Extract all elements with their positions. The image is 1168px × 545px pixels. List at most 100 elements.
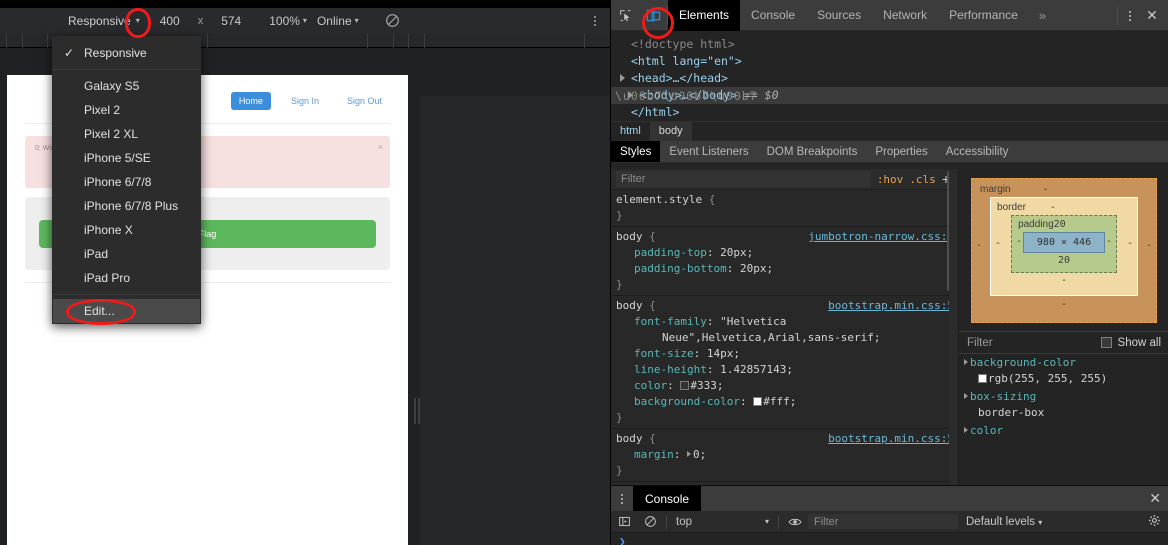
padding-left-value[interactable]: - [1016, 236, 1022, 247]
dom-line-body[interactable]: \u00b7\u00b7\u00b7 <body>…</body> == $0 [611, 87, 1168, 104]
css-selector[interactable]: body [616, 299, 643, 312]
menu-item-ipad[interactable]: iPad [53, 242, 200, 266]
menu-item-iphone-6-7-8-plus[interactable]: iPhone 6/7/8 Plus [53, 194, 200, 218]
css-property[interactable]: padding-bottom [616, 262, 727, 275]
margin-bottom-value[interactable]: - [1061, 299, 1067, 310]
css-selector[interactable]: element.style [616, 193, 702, 206]
computed-prop-color[interactable]: color [959, 422, 1168, 440]
css-property[interactable]: padding-top [616, 246, 707, 259]
tab-styles[interactable]: Styles [611, 141, 661, 162]
css-property[interactable]: background-color [616, 395, 740, 408]
margin-top-value[interactable]: - [1043, 184, 1049, 195]
device-toolbar-more-icon[interactable] [594, 15, 596, 26]
css-selector[interactable]: body [616, 432, 643, 445]
device-selector-label[interactable]: Responsive [68, 14, 133, 28]
color-swatch[interactable] [753, 397, 763, 406]
dom-line-html-close[interactable]: </html> [611, 104, 1168, 121]
css-source-link[interactable]: bootstrap.min.css:5 [828, 298, 954, 314]
border-top-value[interactable]: - [1050, 202, 1056, 213]
menu-item-pixel-2-xl[interactable]: Pixel 2 XL [53, 122, 200, 146]
tab-properties[interactable]: Properties [866, 141, 936, 162]
dom-line-head[interactable]: <head>…</head> [611, 70, 1168, 87]
nav-link-home[interactable]: Home [230, 92, 271, 110]
no-throttling-icon[interactable] [385, 13, 400, 28]
breadcrumb-html[interactable]: html [611, 122, 650, 141]
tab-performance[interactable]: Performance [938, 0, 1029, 31]
border-left-value[interactable]: - [995, 238, 1001, 249]
tab-dom-breakpoints[interactable]: DOM Breakpoints [758, 141, 867, 162]
menu-item-iphone-5-se[interactable]: iPhone 5/SE [53, 146, 200, 170]
css-property[interactable]: line-height [616, 363, 707, 376]
tab-sources[interactable]: Sources [806, 0, 872, 31]
drawer-menu-icon[interactable] [611, 493, 633, 504]
padding-top-value[interactable]: 20 [1054, 219, 1066, 230]
expand-arrow-icon[interactable] [964, 427, 968, 433]
inspect-element-icon[interactable] [611, 0, 639, 31]
more-tabs-icon[interactable]: » [1029, 8, 1056, 23]
tab-network[interactable]: Network [872, 0, 938, 31]
network-throttling-selector[interactable]: Online [317, 14, 352, 28]
css-property[interactable]: font-family [616, 315, 707, 328]
css-value[interactable]: 1.42857143 [720, 363, 786, 376]
breadcrumb-body[interactable]: body [649, 121, 692, 141]
expand-arrow-icon[interactable] [964, 359, 968, 365]
viewport-width-input[interactable]: 400 [150, 14, 190, 28]
css-value[interactable]: 14px [707, 347, 734, 360]
live-expression-icon[interactable] [782, 511, 808, 533]
tab-event-listeners[interactable]: Event Listeners [660, 141, 757, 162]
margin-left-value[interactable]: - [976, 240, 982, 251]
toggle-device-toolbar-icon[interactable] [639, 0, 667, 31]
viewport-resize-handle[interactable] [414, 397, 420, 425]
hov-toggle[interactable]: :hov [871, 173, 910, 186]
css-value[interactable]: 20px [720, 246, 747, 259]
border-bottom-value[interactable]: - [1061, 275, 1067, 286]
close-devtools-icon[interactable]: ✕ [1142, 7, 1162, 24]
box-model-margin[interactable]: margin - - border - - padding 20 - 980 ×… [971, 178, 1157, 323]
tab-elements[interactable]: Elements [668, 0, 741, 31]
zoom-caret-icon[interactable]: ▾ [303, 16, 307, 25]
console-prompt[interactable]: ❯ [611, 533, 1168, 545]
css-property[interactable]: color [616, 379, 667, 392]
dom-line-doctype[interactable]: <!doctype html> [611, 36, 1168, 53]
color-swatch[interactable] [680, 381, 690, 390]
computed-prop-background-color[interactable]: background-color rgb(255, 255, 255) [959, 354, 1168, 388]
menu-item-ipad-pro[interactable]: iPad Pro [53, 266, 200, 290]
expand-arrow-icon[interactable] [964, 393, 968, 399]
menu-item-edit[interactable]: Edit... [53, 299, 200, 323]
device-selector-menu[interactable]: Responsive Galaxy S5 Pixel 2 Pixel 2 XL … [52, 36, 201, 324]
console-filter-input[interactable]: Filter [808, 514, 958, 529]
checkbox-icon[interactable] [1100, 337, 1112, 348]
clear-console-icon[interactable] [637, 511, 663, 533]
drawer-tab-console[interactable]: Console [633, 486, 702, 511]
styles-filter-input[interactable]: Filter [616, 171, 871, 187]
menu-item-iphone-6-7-8[interactable]: iPhone 6/7/8 [53, 170, 200, 194]
border-right-value[interactable]: - [1127, 238, 1133, 249]
css-property[interactable]: font-size [616, 347, 694, 360]
expand-shorthand-icon[interactable] [687, 451, 691, 457]
css-source-link[interactable]: jumbotron-narrow.css:2 [808, 229, 954, 245]
expand-arrow-icon[interactable] [620, 74, 625, 82]
console-levels-selector[interactable]: Default levels ▾ [966, 516, 1042, 528]
zoom-selector[interactable]: 100% [269, 14, 300, 28]
nav-link-sign-out[interactable]: Sign Out [339, 92, 390, 110]
css-value[interactable]: 20px [740, 262, 767, 275]
css-value[interactable]: #333 [690, 379, 717, 392]
css-value[interactable]: #fff [763, 395, 790, 408]
cls-toggle[interactable]: .cls [909, 173, 942, 186]
padding-right-value[interactable]: - [1106, 236, 1112, 247]
nav-link-sign-in[interactable]: Sign In [283, 92, 327, 110]
node-badge-icon[interactable]: \u00b7\u00b7\u00b7 [615, 88, 758, 105]
computed-prop-box-sizing[interactable]: box-sizing border-box [959, 388, 1168, 422]
console-sidebar-icon[interactable] [611, 511, 637, 533]
tab-console[interactable]: Console [740, 0, 806, 31]
padding-bottom-value[interactable]: 20 [1058, 255, 1070, 266]
devtools-menu-icon[interactable] [1122, 10, 1138, 21]
menu-item-responsive[interactable]: Responsive [53, 41, 200, 65]
menu-item-pixel-2[interactable]: Pixel 2 [53, 98, 200, 122]
css-value[interactable]: 0 [693, 448, 700, 461]
viewport-height-input[interactable]: 574 [211, 14, 251, 28]
css-rule-element-style[interactable]: element.style { } [611, 190, 958, 227]
console-context-selector[interactable]: top ▾ [670, 516, 775, 528]
console-settings-gear-icon[interactable] [1148, 514, 1161, 530]
dom-line-html[interactable]: <html lang="en"> [611, 53, 1168, 70]
